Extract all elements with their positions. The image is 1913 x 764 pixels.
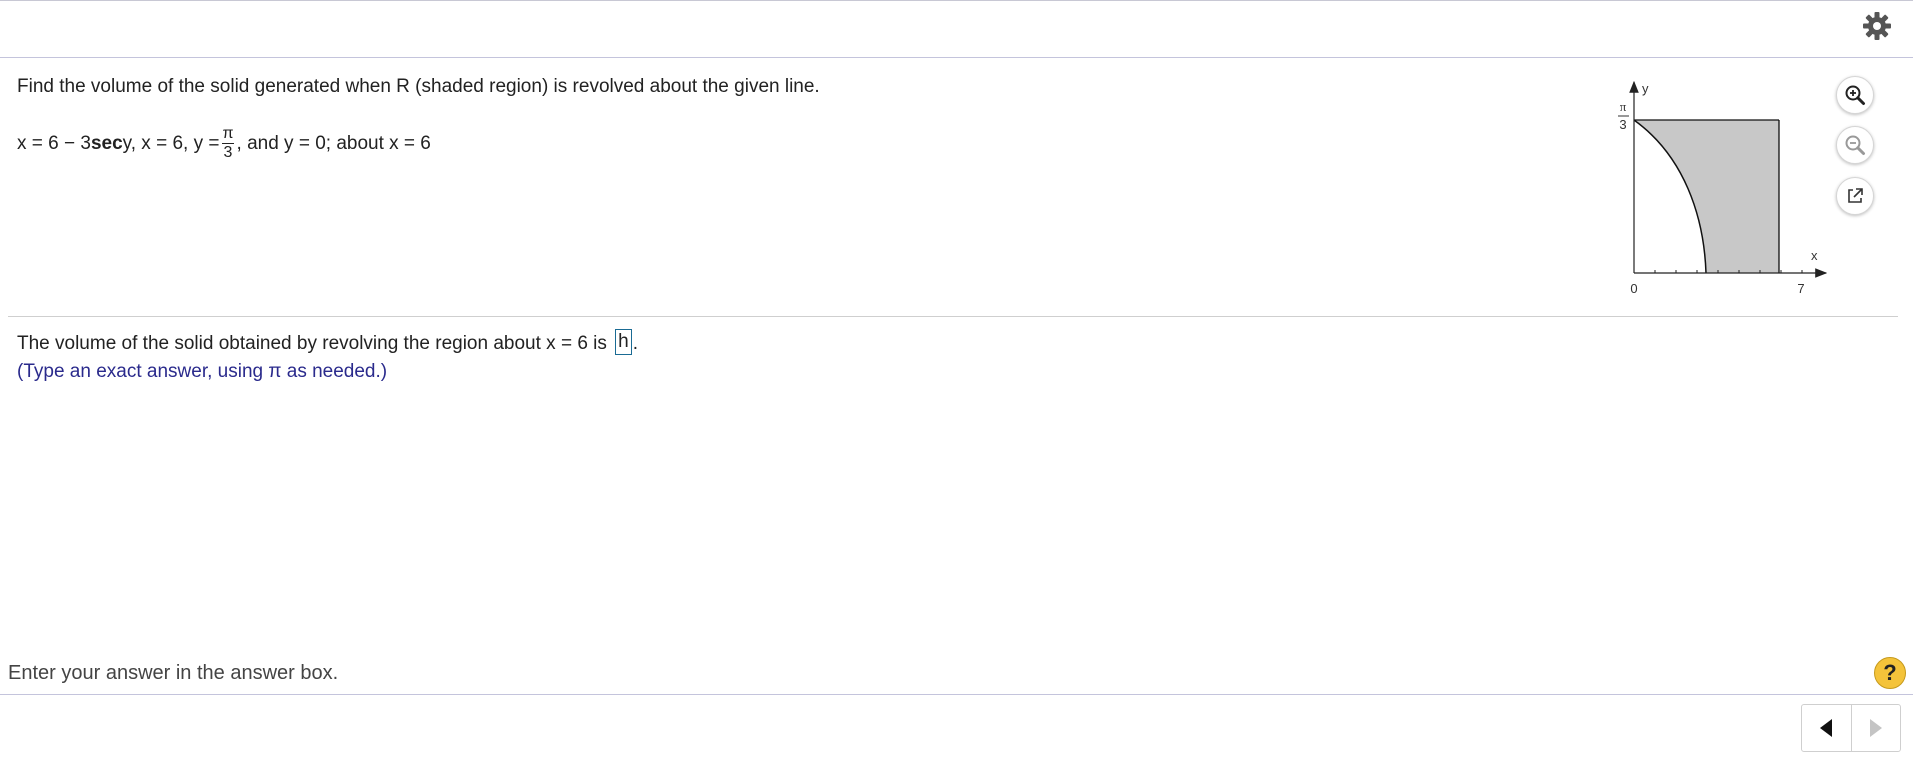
y-tick-numerator: π: [1620, 99, 1627, 114]
fraction-numerator: π: [222, 125, 234, 142]
header-divider: [0, 57, 1913, 58]
next-button[interactable]: [1850, 705, 1901, 751]
settings-gear-icon[interactable]: [1862, 11, 1892, 41]
top-divider: [0, 0, 1913, 1]
equation-part-2: y, x = 6, y =: [122, 132, 220, 154]
answer-input-box[interactable]: h: [615, 329, 632, 355]
zoom-out-icon: [1845, 135, 1865, 155]
answer-prefix: The volume of the solid obtained by revo…: [17, 333, 613, 355]
answer-statement: The volume of the solid obtained by revo…: [17, 329, 639, 357]
shaded-region: [1634, 120, 1779, 273]
previous-button[interactable]: [1802, 705, 1851, 751]
zoom-in-button[interactable]: [1836, 76, 1874, 114]
x-tick-label-7: 7: [1797, 281, 1804, 296]
arrow-right-icon: [1869, 719, 1882, 737]
equation-part-1: x = 6 − 3: [17, 132, 91, 154]
help-button[interactable]: ?: [1874, 657, 1906, 689]
x-axis-label: x: [1811, 248, 1818, 263]
x-tick-label-0: 0: [1630, 281, 1637, 296]
equation-part-3: , and y = 0; about x = 6: [236, 132, 431, 154]
equation-fraction: π 3: [220, 125, 235, 162]
question-divider: [8, 316, 1898, 317]
arrow-left-icon: [1820, 719, 1833, 737]
y-axis-label: y: [1642, 81, 1649, 96]
equation-sec: sec: [90, 132, 123, 154]
zoom-in-icon: [1845, 85, 1865, 105]
y-tick-denominator: 3: [1619, 117, 1626, 132]
equation: x = 6 − 3 sec y, x = 6, y = π 3 , and y …: [17, 125, 431, 173]
fraction-denominator: 3: [221, 143, 235, 161]
footer-divider: [0, 694, 1913, 695]
question-text: Find the volume of the solid generated w…: [17, 76, 820, 97]
zoom-out-button[interactable]: [1836, 126, 1874, 164]
answer-hint: (Type an exact answer, using π as needed…: [17, 361, 388, 382]
question-navigation: [1801, 704, 1901, 752]
external-link-icon: [1848, 188, 1863, 203]
answer-suffix: .: [632, 333, 639, 355]
open-external-button[interactable]: [1836, 177, 1874, 215]
footer-instruction: Enter your answer in the answer box.: [8, 662, 339, 684]
region-graph: y x π 3 0 7: [1618, 80, 1828, 296]
